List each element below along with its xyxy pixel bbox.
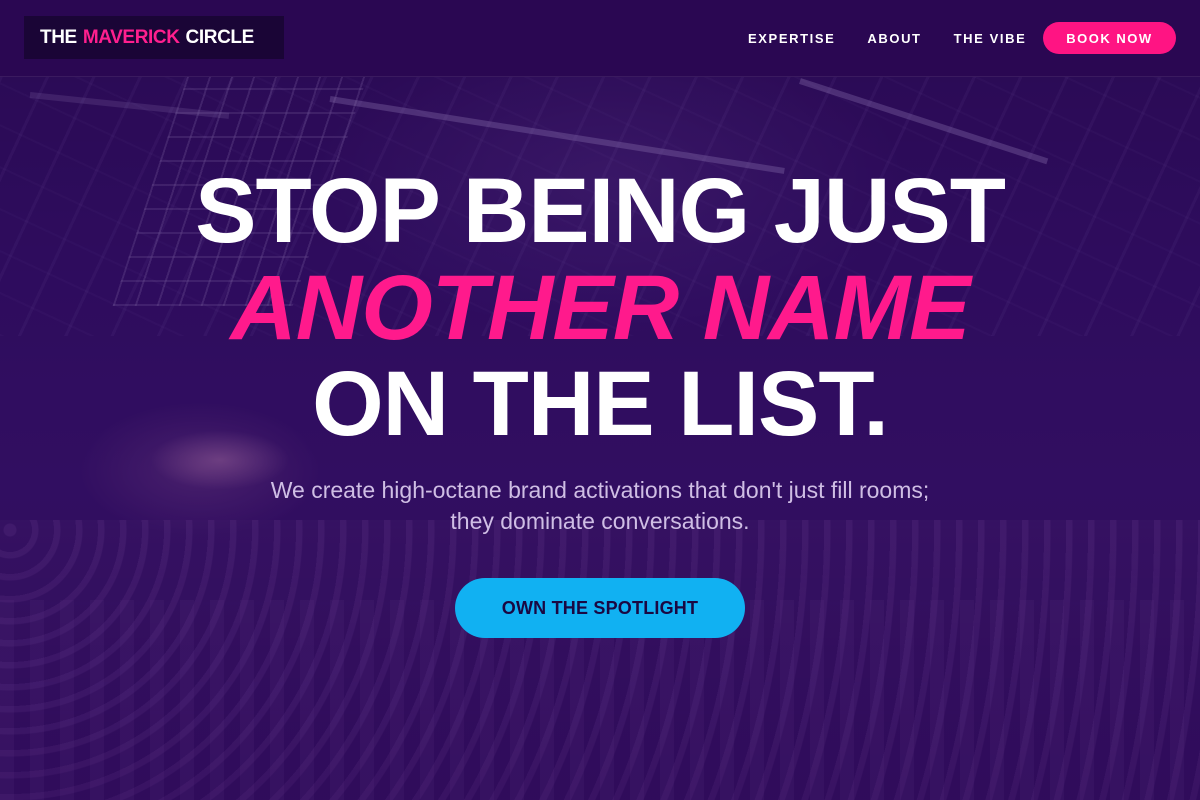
logo-prefix: THE <box>40 26 77 48</box>
nav-link-about[interactable]: ABOUT <box>867 31 921 46</box>
headline-line-2: ANOTHER NAME <box>230 257 970 359</box>
logo-suffix: CIRCLE <box>185 26 255 48</box>
nav-link-expertise[interactable]: EXPERTISE <box>748 31 835 46</box>
hero-section: STOP BEING JUST ANOTHER NAME ON THE LIST… <box>0 0 1200 800</box>
main-nav: EXPERTISE ABOUT THE VIBE <box>748 0 1026 76</box>
headline-line-1: STOP BEING JUST <box>195 160 1006 262</box>
hero-subheadline: We create high-octane brand activations … <box>270 477 930 534</box>
site-header: THE MAVERICK CIRCLE EXPERTISE ABOUT THE … <box>0 0 1200 77</box>
book-now-button[interactable]: BOOK NOW <box>1043 22 1176 54</box>
logo-accent: MAVERICK <box>82 26 180 48</box>
nav-link-the-vibe[interactable]: THE VIBE <box>954 31 1027 46</box>
headline-line-3: ON THE LIST. <box>312 353 889 455</box>
brand-logo[interactable]: THE MAVERICK CIRCLE <box>24 16 284 59</box>
own-the-spotlight-button[interactable]: OWN THE SPOTLIGHT <box>455 578 745 638</box>
